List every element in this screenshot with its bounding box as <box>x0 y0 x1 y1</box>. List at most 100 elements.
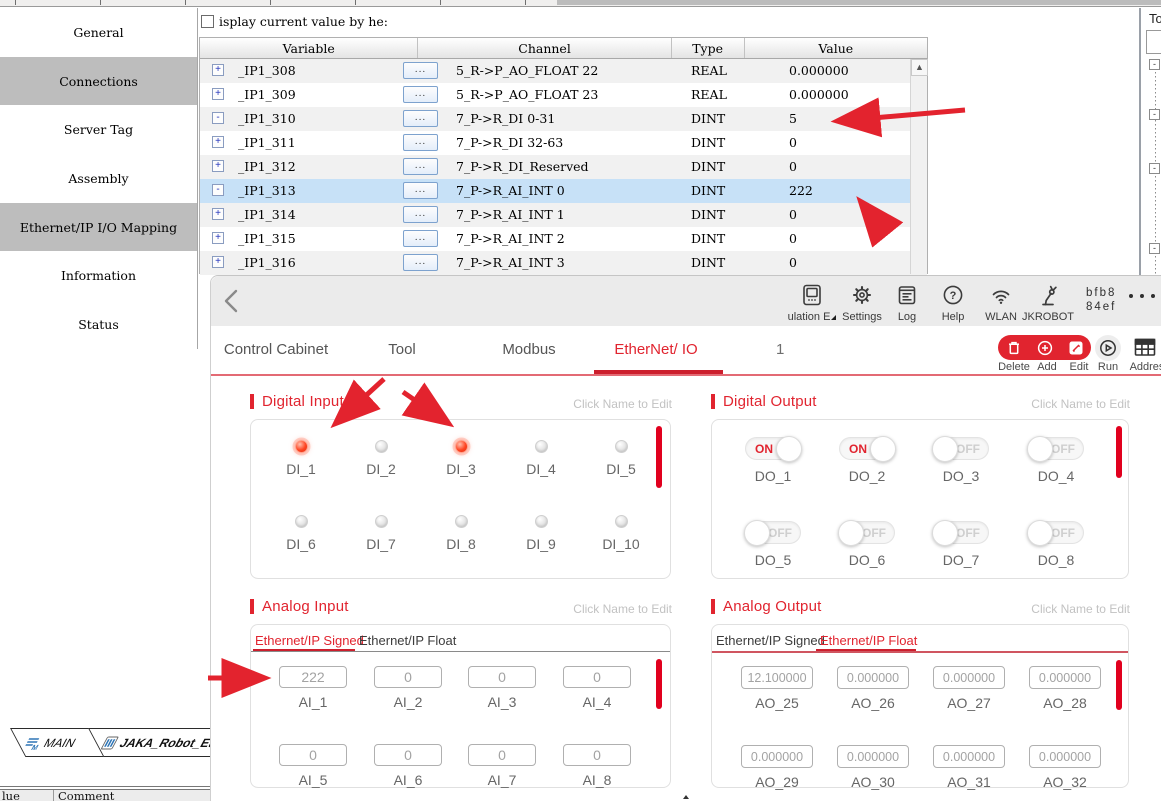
tree-collapse-node[interactable]: - <box>1149 109 1160 120</box>
analog-input-tab-signed[interactable]: Ethernet/IP Signed <box>255 633 364 648</box>
ao-channel-label[interactable]: AO_31 <box>947 774 991 790</box>
expand-plus-icon[interactable]: + <box>212 64 224 76</box>
do-channel-label[interactable]: DO_4 <box>1038 468 1075 484</box>
table-row[interactable]: +_IP1_309...5_R->P_AO_FLOAT 23REAL0.0000… <box>200 83 927 107</box>
do-channel-label[interactable]: DO_5 <box>755 552 792 568</box>
scroll-up-button[interactable]: ▲ <box>911 59 928 76</box>
do-toggle[interactable]: ON <box>745 437 801 460</box>
di-channel-label[interactable]: DI_8 <box>446 536 476 552</box>
sidebar-item-information[interactable]: Information <box>0 251 197 300</box>
do-toggle[interactable]: ON <box>839 437 895 460</box>
ai-channel-label[interactable]: AI_6 <box>394 772 423 788</box>
tab-control-cabinet[interactable]: Control Cabinet <box>224 341 328 358</box>
row-options-button[interactable]: ... <box>403 182 438 199</box>
toggle-knob[interactable] <box>838 520 864 546</box>
di-channel-label[interactable]: DI_3 <box>446 461 476 477</box>
ai-value-box[interactable]: 0 <box>563 744 631 766</box>
table-row[interactable]: +_IP1_314...7_P->R_AI_INT 1DINT0 <box>200 203 927 227</box>
di-channel-label[interactable]: DI_9 <box>526 536 556 552</box>
row-options-button[interactable]: ... <box>403 110 438 127</box>
toggle-knob[interactable] <box>932 436 958 462</box>
analog-output-tab-float[interactable]: Ethernet/IP Float <box>820 633 917 648</box>
row-options-button[interactable]: ... <box>403 230 438 247</box>
toggle-knob[interactable] <box>932 520 958 546</box>
ai-channel-label[interactable]: AI_3 <box>488 694 517 710</box>
ao-value-box[interactable]: 0.000000 <box>933 745 1005 768</box>
table-row[interactable]: +_IP1_311...7_P->R_DI 32-63DINT0 <box>200 131 927 155</box>
table-scrollbar[interactable]: ▲ <box>910 59 927 274</box>
tab-modbus[interactable]: Modbus <box>502 341 555 358</box>
tab-ethernet-io[interactable]: EtherNet/ IO <box>614 341 697 358</box>
di-channel-label[interactable]: DI_4 <box>526 461 556 477</box>
table-row[interactable]: -_IP1_310...7_P->R_DI 0-31DINT5 <box>200 107 927 131</box>
ai-channel-label[interactable]: AI_2 <box>394 694 423 710</box>
di-channel-label[interactable]: DI_7 <box>366 536 396 552</box>
expand-plus-icon[interactable]: + <box>212 160 224 172</box>
toggle-knob[interactable] <box>870 436 896 462</box>
edit-button[interactable] <box>1066 338 1086 358</box>
ao-value-box[interactable]: 0.000000 <box>837 745 909 768</box>
more-options-button[interactable] <box>1129 294 1155 298</box>
ao-value-box[interactable]: 0.000000 <box>837 666 909 689</box>
log-button[interactable]: Log <box>881 283 933 325</box>
sidebar-item-general[interactable]: General <box>0 8 197 57</box>
di-channel-label[interactable]: DI_6 <box>286 536 316 552</box>
toggle-knob[interactable] <box>1027 520 1053 546</box>
table-row[interactable]: +_IP1_312...7_P->R_DI_ReservedDINT0 <box>200 155 927 179</box>
tab-tool[interactable]: Tool <box>388 341 416 358</box>
table-row[interactable]: +_IP1_308...5_R->P_AO_FLOAT 22REAL0.0000… <box>200 59 927 83</box>
row-options-button[interactable]: ... <box>403 86 438 103</box>
ai-value-box[interactable]: 0 <box>374 744 442 766</box>
ao-channel-label[interactable]: AO_30 <box>851 774 895 790</box>
ao-channel-label[interactable]: AO_29 <box>755 774 799 790</box>
ao-value-box[interactable]: 0.000000 <box>1029 666 1101 689</box>
hex-display-checkbox[interactable] <box>201 15 214 28</box>
editor-tab-label[interactable]: JAKA_Robot_Eth <box>117 736 222 750</box>
ai-value-box[interactable]: 0 <box>563 666 631 688</box>
analog-output-scrollbar[interactable] <box>1116 660 1122 710</box>
do-channel-label[interactable]: DO_3 <box>943 468 980 484</box>
toggle-knob[interactable] <box>776 436 802 462</box>
ai-channel-label[interactable]: AI_1 <box>299 694 328 710</box>
simulation-button[interactable]: ulation E <box>786 283 838 325</box>
ai-value-box[interactable]: 0 <box>468 744 536 766</box>
ao-value-box[interactable]: 12.100000 <box>741 666 813 689</box>
analog-input-tab-float[interactable]: Ethernet/IP Float <box>359 633 456 648</box>
sidebar-item-connections[interactable]: Connections <box>0 57 197 106</box>
digital-output-scrollbar[interactable] <box>1116 426 1122 478</box>
address-button[interactable] <box>1133 336 1157 363</box>
ao-channel-label[interactable]: AO_32 <box>1043 774 1087 790</box>
help-button[interactable]: ? Help <box>927 283 979 325</box>
editor-tab-label[interactable]: MAIN <box>41 736 78 750</box>
row-options-button[interactable]: ... <box>403 254 438 271</box>
ai-value-box[interactable]: 0 <box>468 666 536 688</box>
sidebar-item-assembly[interactable]: Assembly <box>0 154 197 203</box>
wlan-button[interactable]: WLAN <box>975 283 1027 325</box>
tree-collapse-node[interactable]: - <box>1149 163 1160 174</box>
do-channel-label[interactable]: DO_6 <box>849 552 886 568</box>
do-toggle[interactable]: OFF <box>745 521 801 544</box>
ao-channel-label[interactable]: AO_25 <box>755 695 799 711</box>
row-options-button[interactable]: ... <box>403 206 438 223</box>
table-row[interactable]: +_IP1_315...7_P->R_AI_INT 2DINT0 <box>200 227 927 251</box>
table-row[interactable]: +_IP1_316...7_P->R_AI_INT 3DINT0 <box>200 251 927 275</box>
sidebar-item-ethernet-ip-i-o-mapping[interactable]: Ethernet/IP I/O Mapping <box>0 203 197 252</box>
do-toggle[interactable]: OFF <box>1028 521 1084 544</box>
ai-channel-label[interactable]: AI_7 <box>488 772 517 788</box>
di-channel-label[interactable]: DI_5 <box>606 461 636 477</box>
toggle-knob[interactable] <box>1027 436 1053 462</box>
di-channel-label[interactable]: DI_2 <box>366 461 396 477</box>
analog-input-scrollbar[interactable] <box>656 659 662 709</box>
add-button[interactable] <box>1035 338 1055 358</box>
collapse-minus-icon[interactable]: - <box>212 112 224 124</box>
row-options-button[interactable]: ... <box>403 134 438 151</box>
ao-value-box[interactable]: 0.000000 <box>741 745 813 768</box>
ao-value-box[interactable]: 0.000000 <box>933 666 1005 689</box>
ai-channel-label[interactable]: AI_8 <box>583 772 612 788</box>
toolbox-search-input[interactable] <box>1146 30 1161 54</box>
sidebar-item-status[interactable]: Status <box>0 300 197 349</box>
do-toggle[interactable]: OFF <box>933 437 989 460</box>
run-button[interactable] <box>1095 335 1121 361</box>
do-channel-label[interactable]: DO_2 <box>849 468 886 484</box>
analog-output-tab-signed[interactable]: Ethernet/IP Signed <box>716 633 825 648</box>
